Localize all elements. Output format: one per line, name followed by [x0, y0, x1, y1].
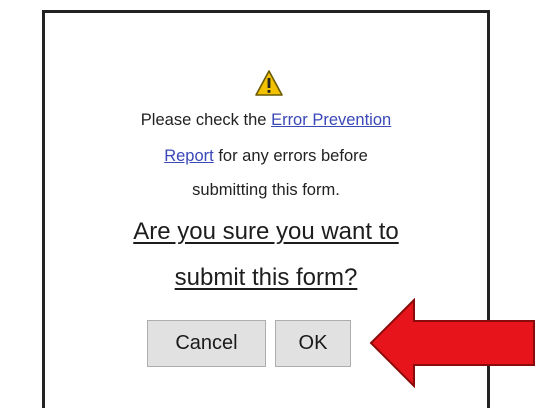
cancel-button[interactable]: Cancel: [147, 320, 266, 367]
error-prevention-report-link-continued[interactable]: Report: [164, 147, 214, 165]
screenshot-stage: Please check the Error Prevention Report…: [0, 0, 537, 408]
message-suffix: for any errors before: [218, 147, 368, 165]
ok-button[interactable]: OK: [275, 320, 351, 367]
red-arrow-left-icon: [369, 298, 535, 388]
warning-triangle-icon: [255, 70, 283, 96]
message-prefix: Please check the: [140, 111, 267, 129]
message-line-2: Report for any errors before: [42, 147, 490, 166]
message-line-3: submitting this form.: [192, 181, 340, 199]
confirm-question-line-2: submit this form?: [174, 264, 358, 291]
message-line-1: Please check the Error Prevention: [42, 111, 490, 130]
confirm-question-line-1: Are you sure you want to: [133, 218, 399, 245]
error-prevention-report-link[interactable]: Error Prevention: [271, 111, 391, 129]
